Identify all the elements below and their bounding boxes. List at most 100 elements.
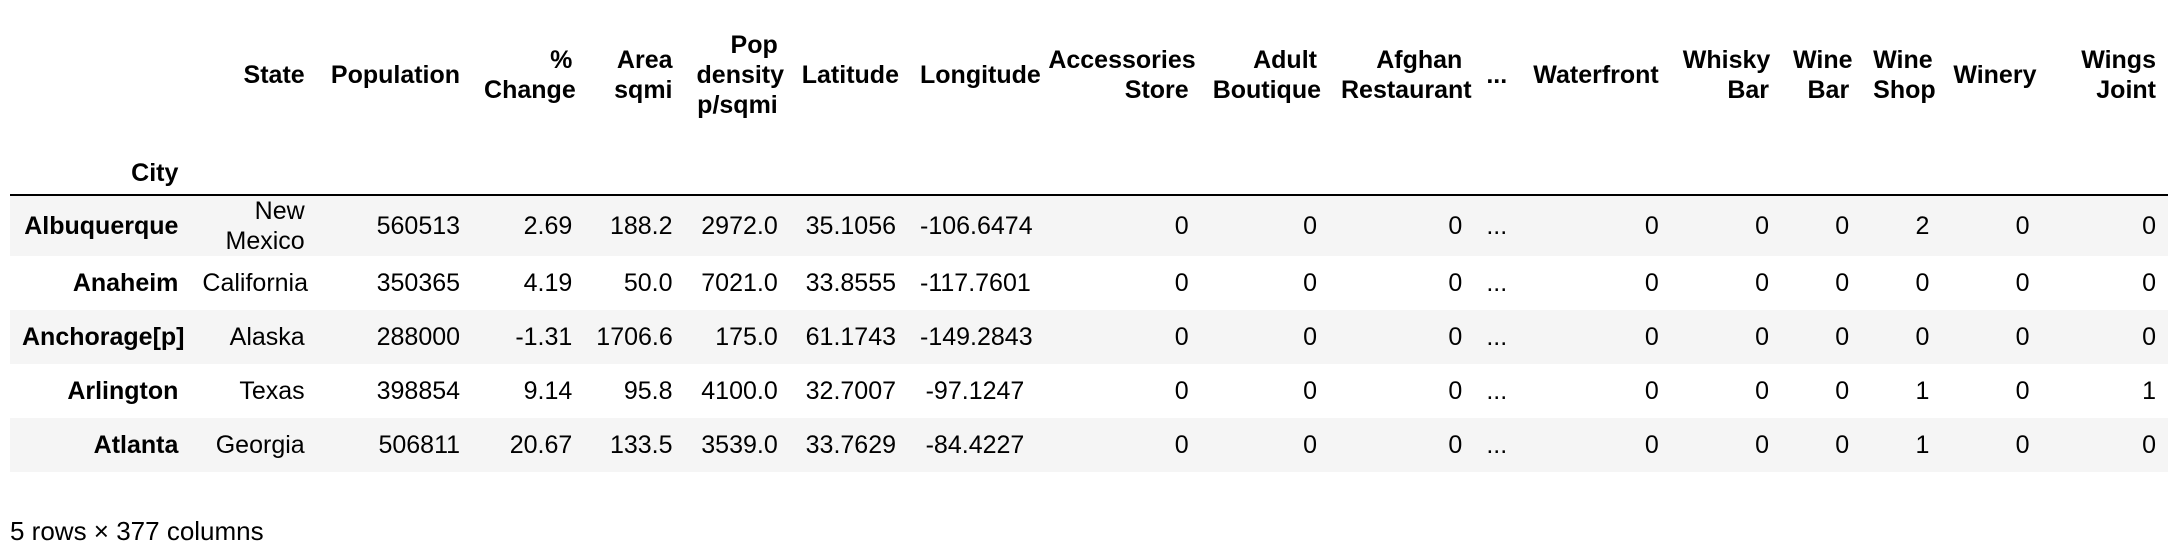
table-cell: 0 [2142,268,2156,297]
table-cell: 0 [1644,322,1659,351]
column-header-line: density [696,61,785,89]
header-blank-cell [1510,132,1671,196]
column-header-line: Shop [1873,76,1936,104]
table-cell: 0 [2142,322,2156,351]
cell-state: Alaska [190,310,316,364]
table-cell: ... [1486,430,1508,459]
header-blank-cell [1861,132,1942,196]
table-cell: 0 [1174,376,1189,405]
column-header-line: Afghan [1376,46,1463,74]
column-header: Pop density p/sqmi [685,18,790,132]
column-header: ... [1474,18,1510,132]
column-header-line: State [243,61,305,89]
column-header: Winery [1941,18,2041,132]
column-header-line: Joint [2096,76,2156,104]
table-cell: 1 [1915,376,1930,405]
table-cell: 2 [1915,211,1930,240]
column-header-line: Whisky [1682,46,1771,74]
column-header: Wine Bar [1781,18,1861,132]
index-corner [10,18,190,132]
column-header: Wings Joint [2042,18,2168,132]
column-header: Afghan Restaurant [1329,18,1474,132]
table-cell: 0 [1303,322,1317,351]
table-cell: 0 [1448,430,1463,459]
table-cell: 0 [1174,322,1189,351]
header-blank-cell [190,132,317,196]
cell-state: Texas [190,364,316,418]
column-header: Population [317,18,472,132]
table-cell: 0 [1303,211,1317,240]
table-cell: 0 [2015,376,2030,405]
table-cell: 0 [1303,268,1317,297]
table-cell: 1706.6 [596,322,673,351]
dataframe-output: State Population% Change Area sqmi Pop density… [0,0,2168,560]
table-cell: 50.0 [623,268,673,297]
table-cell: 0 [1448,211,1463,240]
table-cell: -117.7601 [920,268,1031,297]
cell-state-line: Texas [239,377,305,405]
table-cell: 0 [1755,322,1769,351]
column-header: State [190,18,316,132]
table-cell: 33.7629 [805,430,897,459]
column-header-line: Bar [1807,76,1850,104]
column-header: Wine Shop [1861,18,1941,132]
table-cell: 0 [1174,268,1189,297]
table-cell: 0 [1448,322,1463,351]
column-header-line: % [550,46,573,74]
table-cell: 0 [1174,211,1189,240]
column-header-line: Boutique [1212,76,1322,104]
header-blank-cell [684,132,790,196]
table-cell: 1 [1915,430,1930,459]
column-header-line: Wings [2081,46,2156,74]
header-blank-cell [1474,132,1511,196]
table-cell: -149.2843 [920,322,1033,351]
cell-state-line: Georgia [215,431,305,459]
table-row: Anaheim California 350365 4.19 50.0 7021.0 33.… [10,256,2168,310]
column-header: Longitude [908,18,1041,132]
table-cell: 0 [1303,430,1317,459]
table-cell: 9.14 [523,376,573,405]
cell-state: New Mexico [190,195,316,256]
table-cell: 0 [1835,376,1850,405]
column-header-line: p/sqmi [697,91,778,119]
table-cell: 0 [1755,268,1769,297]
table-cell: 0 [2015,268,2030,297]
table-cell: 288000 [376,322,461,351]
table-cell: 35.1056 [805,211,897,240]
column-header-line: sqmi [614,76,673,104]
column-header-line: Restaurant [1340,76,1472,104]
table-body: Albuquerque New Mexico 560513 2.69 188.2 2972.… [10,195,2168,472]
table-cell: 4100.0 [701,376,778,405]
table-cell: -106.6474 [920,211,1033,240]
table-cell: 61.1743 [805,322,897,351]
row-index-city: Arlington [67,376,179,405]
row-index-city: Atlanta [93,430,179,459]
column-header: % Change [472,18,584,132]
column-header-line: Adult [1253,46,1317,74]
table-cell: 398854 [376,376,461,405]
table-cell: 0 [2015,430,2030,459]
column-header-line: ... [1486,61,1508,89]
table-cell: 1 [2142,376,2156,405]
column-header: Waterfront [1510,18,1670,132]
row-index-city: Albuquerque [24,211,179,240]
table-row: Anchorage[p] Alaska 288000 -1.31 1706.6 175.0… [10,310,2168,364]
header-blank-cell [908,132,1037,196]
table-cell: 0 [1755,376,1769,405]
table-cell: 188.2 [609,211,673,240]
table-row: Arlington Texas 398854 9.14 95.8 4100.0 32.700… [10,364,2168,418]
column-header-line: Store [1124,76,1189,104]
index-name: City [10,132,191,196]
table-cell: -84.4227 [925,430,1025,459]
header-blank-cell [1781,132,1862,196]
header-blank-cell [472,132,585,196]
table-cell: ... [1486,211,1508,240]
table-cell: 175.0 [715,322,778,351]
table-cell: 0 [1915,322,1930,351]
table-cell: 0 [1303,376,1317,405]
cell-state-line: New [254,197,305,225]
column-header-line: Latitude [801,61,899,89]
table-cell: 0 [2142,430,2156,459]
table-cell: 350365 [376,268,461,297]
table-row: Albuquerque New Mexico 560513 2.69 188.2 2972.… [10,195,2168,256]
